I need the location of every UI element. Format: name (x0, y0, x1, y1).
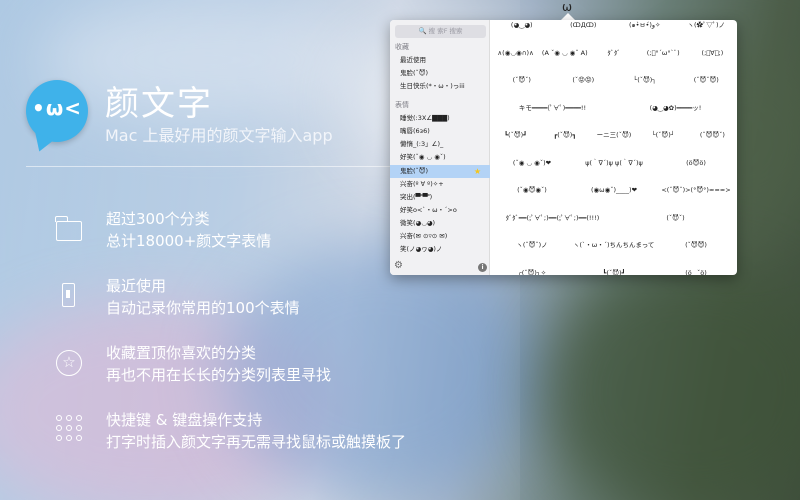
info-icon[interactable]: i (478, 263, 487, 272)
sidebar-item-category[interactable]: 好笑(ˇ◉ ◡ ◉ˇ) (390, 151, 490, 164)
search-input[interactable]: 🔍 搜 索F 搜索 (395, 25, 486, 38)
folder-icon (52, 212, 84, 244)
sidebar-item-favorite[interactable]: 生日快乐(*・ω・)っiii (390, 80, 490, 93)
kaomoji-cell[interactable]: ψ(｀∇´)ψ ψ(｀∇´)ψ (573, 153, 655, 173)
category-sidebar: 🔍 搜 索F 搜索 收藏 最近使用 鬼脸(ˇ😈) 生日快乐(*・ω・)っiii … (390, 20, 490, 275)
kaomoji-cell[interactable]: (ˇ😈😈) (655, 235, 737, 255)
kaomoji-cell[interactable]: ┏(ˇ😈)┓ (540, 125, 589, 145)
kaomoji-cell[interactable]: (ˇ😈ˇ) (614, 208, 737, 228)
feature-title: 快捷键 & 键盘操作支持 (106, 411, 263, 429)
feature-title: 收藏置顶你喜欢的分类 (106, 344, 257, 362)
kaomoji-grid: (◕‿◕) (ↀДↀ) (๑•̀ㅂ•́)و✧ ヽ(✿ﾟ▽ﾟ)ノ ∧(◉◡◉∩)∧ (A ˇ… (491, 20, 737, 275)
kaomoji-cell[interactable]: (◕‿◕) (491, 20, 553, 35)
sidebar-item-category[interactable]: 微笑(◕◡◕) (390, 217, 490, 230)
kaomoji-cell[interactable]: (ˇ◉ ◡ ◉ˇ)❤ (491, 153, 573, 173)
bookmark-icon (52, 279, 84, 311)
feature-desc: 打字时插入颜文字再无需寻找鼠标或触摸板了 (106, 433, 407, 451)
kaomoji-cell[interactable]: ┌(ˇ😈)┐✧ (491, 263, 573, 276)
feature-desc: 自动记录你常用的100个表情 (106, 299, 300, 317)
sidebar-item-label: 鬼脸(ˇ😈) (400, 167, 429, 175)
sidebar-item-category[interactable]: 笑(ノ◕ヮ◕)ノ (390, 243, 490, 256)
sidebar-section-expressions: 表情 (395, 101, 409, 109)
sidebar-item-recent[interactable]: 最近使用 (390, 54, 490, 67)
sidebar-item-category-selected[interactable]: 鬼脸(ˇ😈) ★ (390, 165, 490, 178)
kaomoji-cell[interactable]: ┗(ˇ😈)┛ (573, 263, 655, 276)
star-icon: ☆ (52, 346, 84, 378)
sidebar-item-category[interactable]: 嘴唇(6з6) (390, 125, 490, 138)
sidebar-item-category[interactable]: 兴奋(✉ ⊙▿⊙ ✉) (390, 230, 490, 243)
kaomoji-cell[interactable]: (ˇ◉😈◉ˇ) (491, 180, 573, 200)
feature-favorites: ☆ 收藏置顶你喜欢的分类 再也不用在长长的分类列表里寻找 (52, 342, 492, 392)
kaomoji-cell[interactable]: ∧(◉◡◉∩)∧ (491, 43, 540, 63)
background-blur (540, 260, 800, 500)
favorite-star-icon[interactable]: ★ (474, 167, 481, 176)
kaomoji-cell[interactable]: (ˇ😈😈ˇ) (688, 125, 737, 145)
kaomoji-cell[interactable]: └(ˇ😈)┐ (614, 70, 676, 90)
kaomoji-cell[interactable]: ヽ(ˇ😈ˇ)ノ (491, 235, 573, 255)
sidebar-item-category[interactable]: 睡觉(:3Х∠▇▇▇) (390, 112, 490, 125)
kaomoji-cell[interactable]: (;ﾞ°´ω°`ﾞ) (639, 43, 688, 63)
feature-shortcuts: 快捷键 & 键盘操作支持 打字时插入颜文字再无需寻找鼠标或触摸板了 (52, 409, 492, 459)
sidebar-item-category[interactable]: 好笑o<ˋ・ω・ˊ>o (390, 204, 490, 217)
kaomoji-cell[interactable]: <(ˇ😈ˇ)>(°😈°)≈≈≈> (655, 180, 737, 200)
kaomoji-cell[interactable]: ヽ(✿ﾟ▽ﾟ)ノ (676, 20, 738, 35)
gear-icon[interactable]: ⚙ (394, 260, 403, 271)
search-placeholder: 搜 索F 搜索 (428, 27, 463, 35)
app-title: 颜文字 (105, 84, 213, 124)
kaomoji-cell[interactable]: └(ˇ😈)┘ (639, 125, 688, 145)
kaomoji-cell[interactable]: (◕‿◕✿)━━━━ッ! (614, 98, 737, 118)
app-icon: •ω< (26, 80, 88, 142)
sidebar-section-favorites: 收藏 (395, 43, 409, 51)
sidebar-item-category[interactable]: 突出(▀̿ ̿▀̿ ̿) (390, 191, 490, 204)
feature-recent: 最近使用 自动记录你常用的100个表情 (52, 275, 492, 325)
kaomoji-cell[interactable]: キモ━━━━(ﾟ∀ﾟ)━━━━!! (491, 98, 614, 118)
kaomoji-cell[interactable]: (◉ω◉ˇ)____)❤ (573, 180, 655, 200)
kaomoji-cell[interactable]: (ↀДↀ) (553, 20, 615, 35)
app-icon-face: •ω< (32, 96, 82, 120)
sidebar-footer: ⚙ i (390, 259, 490, 275)
feature-desc: 总计18000+颜文字表情 (106, 232, 272, 250)
kaomoji-cell[interactable]: ﾀﾞﾀﾞ━━(;ﾟ∀ﾟ;)━━(;ﾟ∀ﾟ;)━━(!!!) (491, 208, 614, 228)
dots-grid-icon (52, 413, 84, 445)
kaomoji-cell[interactable]: ヽ(ˋ・ω・ˊ)ちんちんまっていぇ〜 (573, 235, 655, 255)
feature-title: 最近使用 (106, 277, 167, 295)
sidebar-item-category[interactable]: 懒惰_(:3」∠)_ (390, 138, 490, 151)
kaomoji-cell[interactable]: (ö‿ˇö) (655, 263, 737, 276)
kaomoji-cell[interactable]: (ˇ😈ˇ) (491, 70, 553, 90)
app-subtitle: Mac 上最好用的颜文字输入app (105, 126, 333, 145)
kaomoji-cell[interactable]: (ˇ😡😡) (553, 70, 615, 90)
kaomoji-cell[interactable]: (;ﾟ∀ﾟ;) (688, 43, 737, 63)
kaomoji-popover: 🔍 搜 索F 搜索 收藏 最近使用 鬼脸(ˇ😈) 生日快乐(*・ω・)っiii … (390, 20, 737, 275)
kaomoji-cell[interactable]: ﾀﾞﾀﾞ (589, 43, 638, 63)
kaomoji-cell[interactable]: (A ˇ◉ ◡ ◉ˇ A) (540, 43, 589, 63)
feature-desc: 再也不用在长长的分类列表里寻找 (106, 366, 332, 384)
sidebar-item-category[interactable]: 兴奋(º ∀ º)✧+ (390, 178, 490, 191)
menubar-status-item[interactable]: ω (560, 0, 574, 14)
kaomoji-cell[interactable]: ーニ三(ˇ😈) (589, 125, 638, 145)
kaomoji-cell[interactable]: (ö😈ö) (655, 153, 737, 173)
feature-title: 超过300个分类 (106, 210, 210, 228)
kaomoji-cell[interactable]: (๑•̀ㅂ•́)و✧ (614, 20, 676, 35)
kaomoji-cell[interactable]: (ˇ😈ˇ😈) (676, 70, 738, 90)
kaomoji-cell[interactable]: ┗(ˇ😈)┛ (491, 125, 540, 145)
sidebar-item-favorite[interactable]: 鬼脸(ˇ😈) (390, 67, 490, 80)
